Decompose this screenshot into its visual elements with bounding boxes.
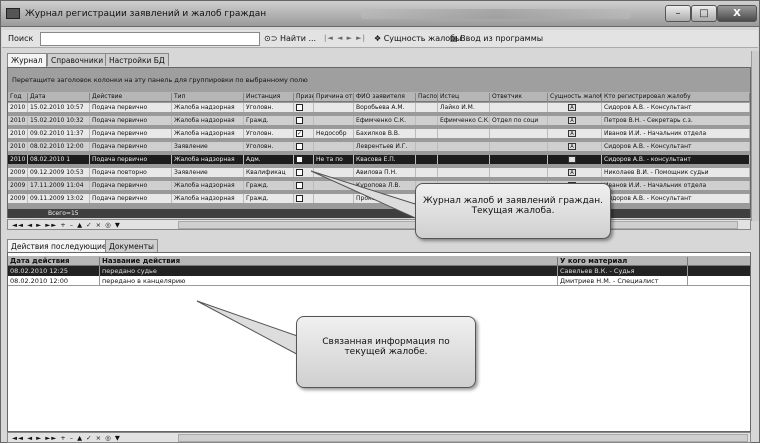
app-window: Журнал регистрации заявлений и жалоб гра… [0, 0, 760, 443]
callout1-pointer [310, 170, 432, 226]
callout-related: Связанная информация по текущей жалобе. [296, 316, 476, 388]
callout-journal: Журнал жалоб и заявлений граждан. Текуща… [415, 183, 611, 239]
callout2-pointer [196, 300, 307, 360]
